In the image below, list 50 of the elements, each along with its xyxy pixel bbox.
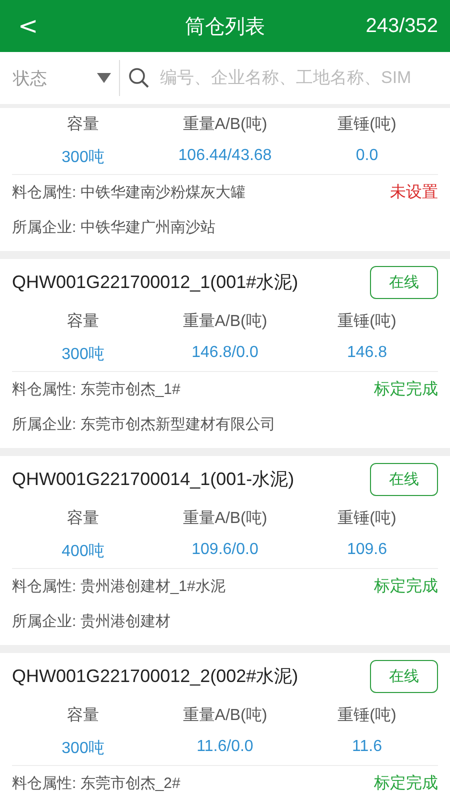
stat-label: 重量A/B(吨) — [182, 312, 268, 332]
stat-value: 400吨 — [62, 542, 104, 562]
attribute-text: 料仓属性: 东莞市创杰_2# — [12, 774, 180, 793]
stat-value: 109.6 — [346, 541, 388, 559]
silo-card[interactable]: 容量 300吨 重量A/B(吨) 106.44/43.68 重锤(吨) 0.0 料仓属性: 中铁华建南沙粉煤灰大罐 未设置 所属企业: 中铁华建广州南沙站 — [0, 108, 450, 251]
company-text: 所属企业: 中铁华建广州南沙站 — [12, 218, 216, 237]
attribute-text: 料仓属性: 贵州港创建材_1#水泥 — [12, 577, 226, 596]
calibration-status: 标定完成 — [374, 774, 438, 794]
company-text: 所属企业: 贵州港创建材 — [12, 612, 170, 631]
stat-value: 11.6 — [352, 738, 382, 756]
stat-label: 重锤(吨) — [338, 706, 396, 726]
stat-value: 109.6/0.0 — [192, 541, 258, 559]
stat-value: 300吨 — [62, 148, 104, 168]
stat-value: 106.44/43.68 — [178, 147, 272, 165]
back-button[interactable]: < — [0, 12, 56, 40]
online-badge: 在线 — [370, 660, 438, 692]
stat-label: 容量 — [67, 706, 99, 726]
calibration-status: 标定完成 — [374, 576, 438, 597]
stat-label: 重锤(吨) — [338, 508, 396, 529]
stat-value: 0.0 — [356, 147, 378, 165]
dropdown-arrow-icon — [97, 73, 111, 83]
stat-label: 重量A/B(吨) — [182, 706, 268, 726]
attribute-text: 料仓属性: 中铁华建南沙粉煤灰大罐 — [12, 183, 246, 202]
online-badge: 在线 — [370, 266, 438, 298]
silo-card[interactable]: QHW001G221700012_2(002#水泥) 在线 容量 300吨 重量A/B(吨) 11.6/0.0 重锤(吨) 11.6 料仓属性: 东莞市创杰_2# 标定完成 — [0, 653, 450, 800]
company-text: 所属企业: 东莞市创杰新型建材有限公司 — [12, 415, 276, 434]
silo-card[interactable]: QHW001G221700014_1(001-水泥) 在线 容量 400吨 重量A/B(吨) 109.6/0.0 重锤(吨) 109.6 料仓属性: 贵州港创建材_1#水泥 标定完成 所属企业: 贵州港创建材 — [0, 456, 450, 645]
stat-value: 146.8 — [346, 344, 388, 362]
stat-label: 容量 — [67, 508, 99, 529]
stat-label: 容量 — [67, 114, 99, 135]
stat-value: 146.8/0.0 — [192, 344, 258, 362]
silo-title: QHW001G221700014_1(001-水泥) — [12, 468, 294, 491]
attribute-text: 料仓属性: 东莞市创杰_1# — [12, 380, 180, 399]
stat-label: 重量A/B(吨) — [182, 508, 268, 529]
stat-label: 重锤(吨) — [338, 114, 396, 135]
stat-label: 重量A/B(吨) — [182, 114, 268, 135]
silo-card[interactable]: QHW001G221700012_1(001#水泥) 在线 容量 300吨 重量A/B(吨) 146.8/0.0 重锤(吨) 146.8 料仓属性: 东莞市创杰_1# 标定完成 所属企业: 东莞市创杰新型建材有限公司 — [0, 259, 450, 448]
silo-title: QHW001G221700012_1(001#水泥) — [12, 271, 298, 294]
stat-value: 300吨 — [62, 738, 104, 759]
silo-title: QHW001G221700012_2(002#水泥) — [12, 665, 298, 688]
search-icon — [128, 67, 150, 89]
stat-label: 容量 — [67, 312, 99, 332]
stat-value: 300吨 — [62, 344, 104, 365]
online-badge: 在线 — [370, 462, 438, 496]
count-text: 243/352 — [366, 14, 438, 38]
calibration-status: 未设置 — [390, 182, 438, 203]
page-title: 筒仓列表 — [185, 14, 265, 40]
stat-value: 11.6/0.0 — [196, 738, 254, 756]
calibration-status: 标定完成 — [374, 380, 438, 400]
stat-label: 重锤(吨) — [338, 312, 396, 332]
